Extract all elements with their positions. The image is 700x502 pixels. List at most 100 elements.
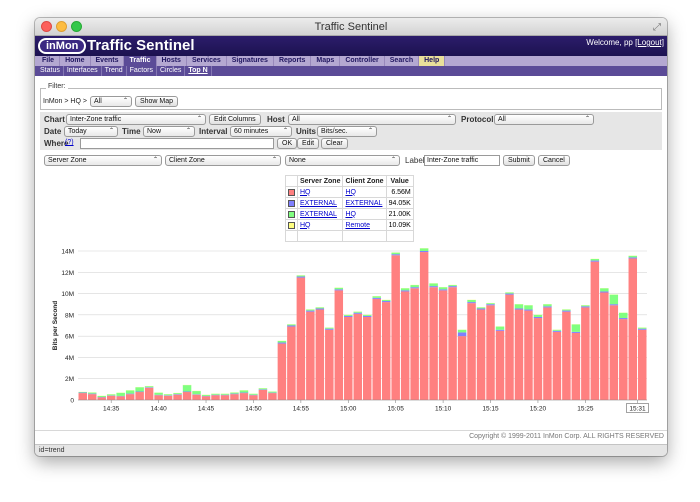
menu-search[interactable]: Search <box>385 56 420 66</box>
menu-reports[interactable]: Reports <box>274 56 312 66</box>
bar-segment <box>287 324 296 326</box>
where-input[interactable] <box>80 138 274 149</box>
interval-label: Interval <box>199 127 228 136</box>
filter-legend: Filter: <box>46 83 68 90</box>
menu-help[interactable]: Help <box>419 56 446 66</box>
bar-segment <box>495 326 505 330</box>
menu-hosts[interactable]: Hosts <box>157 56 187 66</box>
bar-segment <box>638 328 647 330</box>
bar-segment <box>353 311 362 313</box>
legend-client-link[interactable]: EXTERNAL <box>342 197 387 209</box>
where-help-link[interactable]: (?) <box>65 139 74 146</box>
x-tick-label: 15:10 <box>435 406 452 413</box>
x-tick-label: 15:31 <box>629 406 646 413</box>
bar-segment <box>144 386 154 388</box>
host-label: Host <box>267 115 285 124</box>
welcome-user: Welcome, pp <box>586 38 633 47</box>
legend-header-client: Client Zone <box>342 175 387 187</box>
group2-select[interactable]: Client Zone ⌃ <box>165 155 281 166</box>
bar-segment <box>448 285 457 287</box>
menu-services[interactable]: Services <box>187 56 227 66</box>
legend-client-link[interactable]: Remote <box>342 219 387 231</box>
y-tick-label: 12M <box>61 270 74 277</box>
bar-segment <box>344 316 353 400</box>
submenu-factors[interactable]: Factors <box>127 66 157 76</box>
legend-header-value: Value <box>385 175 414 187</box>
inmon-logo[interactable]: inMon <box>38 38 87 54</box>
submenu-circles[interactable]: Circles <box>157 66 186 76</box>
legend-server-link[interactable]: HQ <box>296 186 344 198</box>
minimize-window-button[interactable] <box>56 21 67 32</box>
legend-server-link[interactable]: HQ <box>296 219 344 231</box>
bar-segment <box>78 392 87 393</box>
bar-segment <box>581 305 590 307</box>
label-input[interactable]: Inter-Zone traffic <box>424 155 500 166</box>
x-tick-label: 15:20 <box>530 406 547 413</box>
bar-segment <box>135 387 144 392</box>
legend-client-link[interactable]: HQ <box>342 208 387 220</box>
bar-segment <box>287 325 296 327</box>
interval-value: 60 minutes <box>234 128 269 135</box>
bar-segment <box>495 330 505 400</box>
clear-button[interactable]: Clear <box>321 138 348 149</box>
time-select[interactable]: Now ⌃ <box>143 126 195 137</box>
menu-traffic[interactable]: Traffic <box>124 56 157 66</box>
legend-server-link[interactable]: EXTERNAL <box>296 197 344 209</box>
edit-button[interactable]: Edit <box>297 138 320 149</box>
legend-swatch-header <box>285 175 298 187</box>
chevron-down-icon: ⌃ <box>196 116 202 122</box>
bar-segment <box>344 315 353 317</box>
chevron-down-icon: ⌃ <box>282 128 288 134</box>
chart-select[interactable]: Inter-Zone traffic ⌃ <box>66 114 206 125</box>
submenu-status[interactable]: Status <box>37 66 64 76</box>
fullscreen-icon[interactable]: ⤢ <box>653 19 661 37</box>
menu-home[interactable]: Home <box>60 56 91 66</box>
submenu-trend[interactable]: Trend <box>102 66 127 76</box>
main-menu: File Home Events Traffic Hosts Services … <box>35 56 667 66</box>
app-title: Traffic Sentinel <box>87 37 195 54</box>
cancel-button[interactable]: Cancel <box>538 155 570 166</box>
menu-signatures[interactable]: Signatures <box>227 56 274 66</box>
bar-segment <box>429 286 438 288</box>
group1-select[interactable]: Server Zone ⌃ <box>44 155 162 166</box>
bar-segment <box>524 305 533 310</box>
legend-server-link[interactable]: EXTERNAL <box>296 208 344 220</box>
edit-columns-button[interactable]: Edit Columns <box>209 114 261 125</box>
submit-button[interactable]: Submit <box>503 155 535 166</box>
logout-link[interactable]: [Logout] <box>635 38 664 47</box>
chevron-down-icon: ⌃ <box>271 157 277 163</box>
units-label: Units <box>296 127 316 136</box>
date-select[interactable]: Today ⌃ <box>64 126 118 137</box>
bar-segment <box>306 311 315 400</box>
bar-segment <box>125 393 135 395</box>
zoom-window-button[interactable] <box>71 21 82 32</box>
close-window-button[interactable] <box>41 21 52 32</box>
bar-segment <box>334 287 344 290</box>
submenu-interfaces[interactable]: Interfaces <box>64 66 102 76</box>
units-select[interactable]: Bits/sec. ⌃ <box>317 126 377 137</box>
chevron-down-icon: ⌃ <box>185 128 191 134</box>
bar-segment <box>590 261 600 400</box>
bar-segment <box>106 395 116 400</box>
legend-client-link[interactable]: HQ <box>342 186 387 198</box>
menu-events[interactable]: Events <box>91 56 125 66</box>
menu-file[interactable]: File <box>37 56 61 66</box>
x-tick-label: 14:55 <box>293 406 310 413</box>
bar-segment <box>192 391 201 395</box>
bar-segment <box>410 288 419 400</box>
filter-path: InMon > HQ > <box>43 98 87 105</box>
ok-button[interactable]: OK <box>277 138 298 149</box>
menu-controller[interactable]: Controller <box>340 56 385 66</box>
legend-swatch <box>288 188 295 196</box>
interval-select[interactable]: 60 minutes ⌃ <box>230 126 292 137</box>
protocol-select[interactable]: All ⌃ <box>494 114 594 125</box>
bar-segment <box>438 290 448 400</box>
show-map-button[interactable]: Show Map <box>134 96 179 107</box>
scope-select[interactable]: All ⌃ <box>89 96 132 107</box>
group3-select[interactable]: None ⌃ <box>285 155 400 166</box>
submenu-top-n[interactable]: Top N <box>185 66 212 76</box>
menu-maps[interactable]: Maps <box>311 56 341 66</box>
bar-segment <box>258 389 268 390</box>
bar-segment <box>249 395 258 400</box>
host-select[interactable]: All ⌃ <box>288 114 456 125</box>
